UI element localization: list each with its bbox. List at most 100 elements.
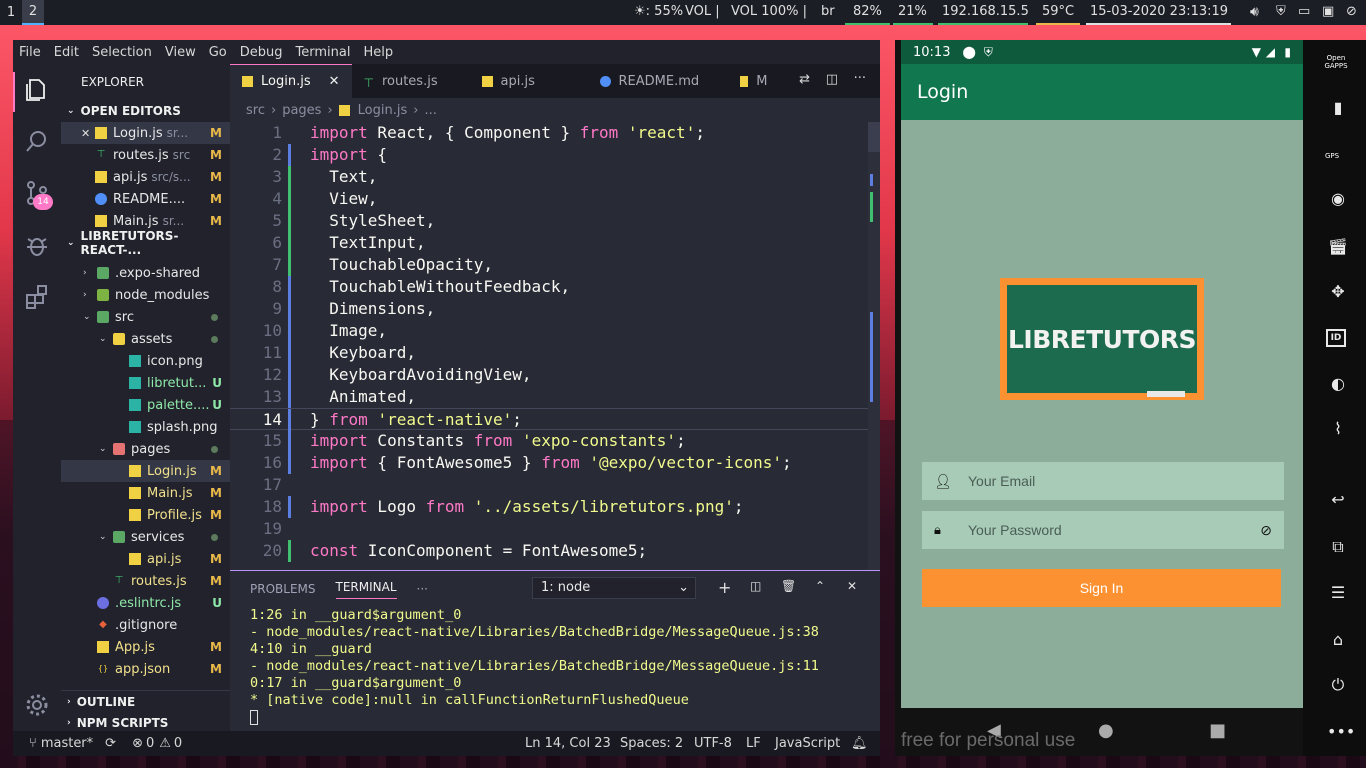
breadcrumb-src[interactable]: src (246, 103, 265, 118)
box-icon[interactable]: ▣ (1322, 4, 1334, 19)
menu-help[interactable]: Help (363, 45, 393, 60)
terminal-output[interactable]: 1:26 in __guard$argument_0- node_modules… (230, 607, 880, 725)
tab-terminal[interactable]: TERMINAL (335, 580, 397, 599)
power-icon[interactable]: ⏻ (1327, 674, 1349, 696)
file-tree-item[interactable]: splash.png (61, 416, 230, 438)
move-icon[interactable]: ✥ (1327, 281, 1349, 303)
rss-icon[interactable]: ⌇ (1327, 418, 1349, 440)
opengapps-icon[interactable]: Open GAPPS (1321, 54, 1351, 70)
file-tree-item[interactable]: ◆ .gitignore (61, 614, 230, 636)
code-editor[interactable]: 1 import React, { Component } from 'react… (230, 122, 880, 570)
tab-more[interactable]: M (728, 64, 768, 98)
open-editor-item[interactable]: ✕ Login.js sr... M (61, 122, 230, 144)
file-tree-item[interactable]: libretut... U (61, 372, 230, 394)
breadcrumb-symbol[interactable]: ... (424, 103, 436, 118)
menu-selection[interactable]: Selection (92, 45, 152, 60)
file-tree-item[interactable]: ⌄ src (61, 306, 230, 328)
panel-more-icon[interactable]: ··· (417, 582, 428, 596)
menu-file[interactable]: File (19, 45, 41, 60)
bell-icon[interactable]: 🔔︎ (851, 736, 868, 751)
wifi-off-icon[interactable]: ⊘ (1346, 4, 1357, 19)
open-changes-icon[interactable]: ⇄ (799, 72, 810, 87)
home-shape-icon[interactable]: ⌂ (1327, 629, 1349, 651)
camera-icon[interactable]: ◉ (1327, 188, 1349, 210)
tab-problems[interactable]: PROBLEMS (250, 582, 316, 596)
outline-header[interactable]: › OUTLINE (61, 690, 230, 712)
open-editor-item[interactable]: Main.js sr... M (61, 210, 230, 232)
media-icon[interactable]: ◐ (1327, 373, 1349, 395)
file-tree-item[interactable]: ⌄ pages (61, 438, 230, 460)
recent-apps-icon[interactable]: ⧉ (1327, 536, 1349, 558)
tab-readme[interactable]: README.md (588, 64, 728, 98)
eye-slash-icon[interactable]: ⊘ (1260, 522, 1272, 539)
tab-login-js[interactable]: Login.js ✕ (230, 64, 352, 98)
password-field[interactable]: 🔒︎ Your Password ⊘ (922, 511, 1284, 549)
split-terminal-icon[interactable]: ◫ (750, 579, 761, 593)
new-terminal-icon[interactable]: + (718, 578, 731, 597)
file-tree-item[interactable]: Main.js M (61, 482, 230, 504)
menu-view[interactable]: View (165, 45, 196, 60)
open-editor-item[interactable]: ⊤ routes.js src M (61, 144, 230, 166)
menu-terminal[interactable]: Terminal (296, 45, 351, 60)
settings-gear-icon[interactable] (24, 692, 50, 718)
breadcrumb-file[interactable]: Login.js (358, 103, 408, 118)
npm-scripts-header[interactable]: › NPM SCRIPTS (61, 712, 230, 731)
search-icon[interactable] (24, 128, 50, 154)
indentation[interactable]: Spaces: 2 (620, 736, 683, 751)
file-tree-item[interactable]: .eslintrc.js U (61, 592, 230, 614)
breadcrumb-pages[interactable]: pages (282, 103, 321, 118)
debug-icon[interactable] (24, 232, 50, 258)
file-tree-item[interactable]: Profile.js M (61, 504, 230, 526)
terminal-select[interactable]: 1: node ⌄ (532, 577, 696, 599)
home-icon[interactable]: ● (1098, 720, 1114, 741)
extensions-icon[interactable] (24, 284, 50, 310)
file-tree-item[interactable]: › .expo-shared (61, 262, 230, 284)
project-header[interactable]: ⌄ LIBRETUTORS-REACT-... (61, 229, 230, 257)
file-tree-item[interactable]: palette.... U (61, 394, 230, 416)
clapperboard-icon[interactable]: 🎬︎ (1327, 236, 1349, 258)
file-tree-item[interactable]: › node_modules (61, 284, 230, 306)
sign-in-button[interactable]: Sign In (922, 569, 1281, 607)
file-tree-item[interactable]: ⌄ services (61, 526, 230, 548)
workspace-2[interactable]: 2 (22, 0, 44, 25)
split-editor-icon[interactable]: ◫ (826, 72, 838, 87)
file-tree-item[interactable]: App.js M (61, 636, 230, 658)
error-count[interactable]: 0 (146, 736, 154, 751)
more-actions-icon[interactable]: ··· (854, 71, 866, 86)
id-icon[interactable]: ID (1326, 329, 1346, 347)
explorer-icon[interactable] (24, 76, 50, 102)
trash-icon[interactable]: 🗑︎ (781, 579, 796, 593)
speaker-icon[interactable]: 🔊︎ (1250, 4, 1259, 20)
close-icon[interactable]: ✕ (81, 127, 95, 140)
encoding[interactable]: UTF-8 (694, 736, 732, 751)
editor-scrollbar[interactable] (868, 122, 880, 570)
file-tree-item[interactable]: {} app.json M (61, 658, 230, 680)
sync-icon[interactable]: ⟳ (105, 736, 116, 751)
tab-routes-js[interactable]: ⊤ routes.js (352, 64, 470, 98)
email-field[interactable]: 👤︎ Your Email (922, 462, 1284, 500)
tab-api-js[interactable]: api.js (470, 64, 588, 98)
open-editor-item[interactable]: api.js src/s... M (61, 166, 230, 188)
recents-icon[interactable]: ■ (1209, 720, 1226, 741)
workspace-1[interactable]: 1 (0, 0, 22, 25)
cursor-position[interactable]: Ln 14, Col 23 (525, 736, 611, 751)
maximize-panel-icon[interactable]: ⌃ (815, 579, 825, 593)
back-arrow-icon[interactable]: ↩ (1327, 489, 1349, 511)
battery-icon[interactable]: ▮ (1327, 97, 1349, 119)
gps-icon[interactable]: GPS (1325, 152, 1339, 160)
open-editor-item[interactable]: README.... M (61, 188, 230, 210)
file-tree-item[interactable]: ⊤ routes.js M (61, 570, 230, 592)
shield-icon[interactable]: ⛨ (1276, 4, 1286, 19)
file-tree-item[interactable]: api.js M (61, 548, 230, 570)
file-tree-item[interactable]: icon.png (61, 350, 230, 372)
window-icon[interactable]: ▭ (1298, 4, 1310, 19)
close-icon[interactable]: ✕ (329, 74, 340, 89)
open-editors-header[interactable]: ⌄ OPEN EDITORS (61, 100, 230, 122)
line-ending[interactable]: LF (746, 736, 761, 751)
menu-edit[interactable]: Edit (54, 45, 79, 60)
menu-go[interactable]: Go (209, 45, 227, 60)
close-panel-icon[interactable]: ✕ (847, 579, 857, 593)
git-branch[interactable]: master* (41, 736, 93, 751)
menu-icon[interactable]: ☰ (1327, 582, 1349, 604)
menu-debug[interactable]: Debug (240, 45, 283, 60)
